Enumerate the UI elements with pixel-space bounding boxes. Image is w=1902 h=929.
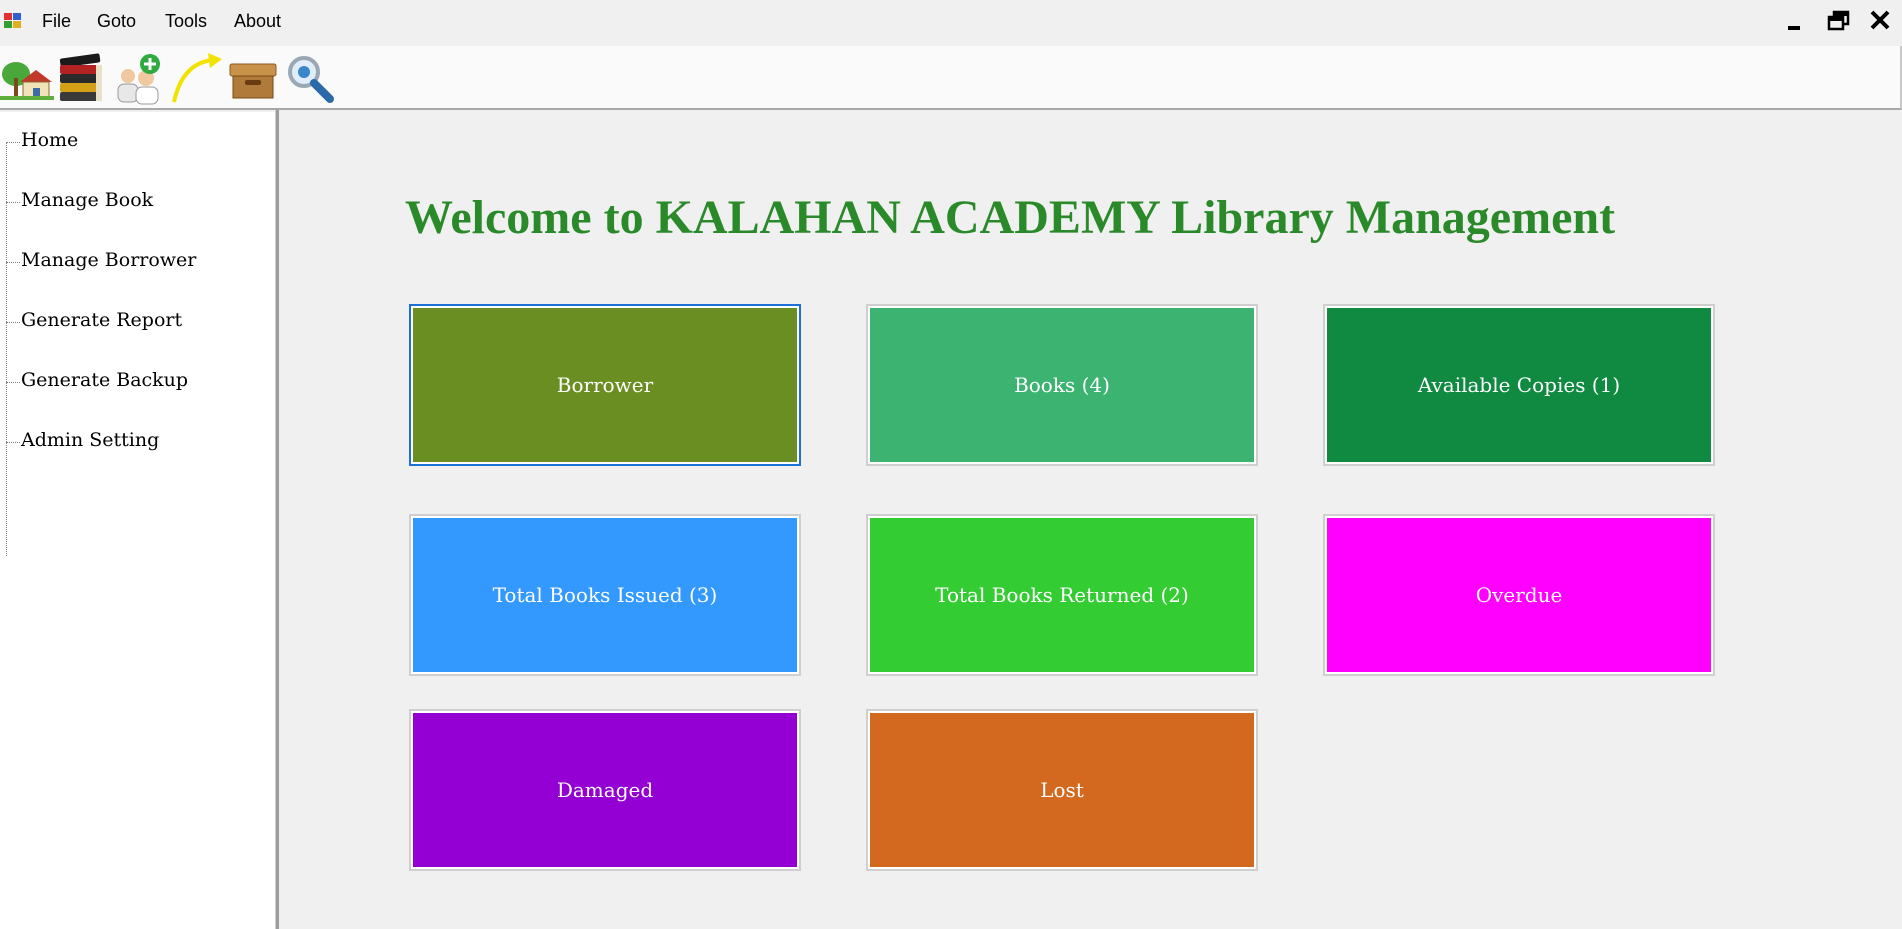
available-copies-tile[interactable]: Available Copies (1) [1323,304,1715,466]
add-borrower-button[interactable] [112,50,166,106]
home-button[interactable] [0,50,54,106]
close-icon [1870,10,1890,30]
tile-label: Total Books Returned (2) [935,583,1189,607]
lost-tile[interactable]: Lost [866,709,1258,871]
menu-tools[interactable]: Tools [165,11,207,32]
archive-button[interactable] [226,50,280,106]
total-books-issued-tile[interactable]: Total Books Issued (3) [409,514,801,676]
minimize-icon [1788,26,1800,30]
total-books-returned-tile[interactable]: Total Books Returned (2) [866,514,1258,676]
navigation-tree: Home Manage Book Manage Borrower Generat… [0,112,275,929]
tile-label: Books (4) [1014,373,1110,397]
books-icon [59,53,102,101]
tile-label: Damaged [556,778,654,802]
search-icon [288,56,334,103]
menu-bar: File Goto Tools About [0,0,1902,42]
search-button[interactable] [282,50,336,106]
menu-goto[interactable]: Goto [97,11,136,32]
tree-connector [6,142,7,556]
restore-icon [1827,10,1850,31]
tree-item-label: Manage Borrower [21,249,197,271]
tile-label: Total Books Issued (3) [492,583,718,607]
close-button[interactable] [1862,6,1898,36]
tree-item-label: Generate Backup [21,369,189,391]
overdue-tile[interactable]: Overdue [1323,514,1715,676]
arrow-icon [172,53,222,103]
app-icon[interactable] [4,13,22,29]
tile-label: Available Copies (1) [1417,373,1621,397]
tile-label: Overdue [1475,583,1563,607]
books-button[interactable] [56,50,110,106]
dashboard-panel: Welcome to KALAHAN ACADEMY Library Manag… [279,112,1902,929]
menu-about[interactable]: About [234,11,281,32]
tree-item-label: Admin Setting [21,429,160,451]
damaged-tile[interactable]: Damaged [409,709,801,871]
tile-label: Lost [1040,778,1084,802]
restore-button[interactable] [1820,6,1856,36]
home-icon [0,62,54,100]
issue-return-button[interactable] [168,50,222,106]
welcome-heading: Welcome to KALAHAN ACADEMY Library Manag… [405,191,1616,244]
tree-item-label: Generate Report [21,309,183,331]
toolbar [0,46,1902,110]
tree-item-label: Home [21,129,79,151]
tree-item-label: Manage Book [21,189,154,211]
minimize-button[interactable] [1776,6,1812,36]
tile-label: Borrower [556,373,654,397]
borrower-tile[interactable]: Borrower [409,304,801,466]
box-icon [229,63,277,99]
menu-file[interactable]: File [42,11,71,32]
books-tile[interactable]: Books (4) [866,304,1258,466]
add-user-icon [117,54,160,105]
